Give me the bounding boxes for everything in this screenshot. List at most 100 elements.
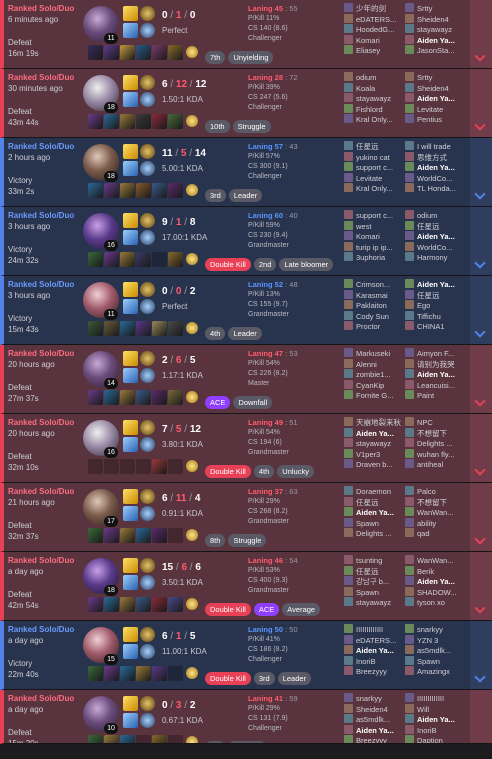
item-icon[interactable] bbox=[152, 114, 167, 129]
ward-trinket-icon[interactable] bbox=[186, 460, 198, 472]
item-icon[interactable] bbox=[136, 666, 151, 681]
player-entry[interactable]: Spawn bbox=[344, 586, 402, 598]
item-icon[interactable] bbox=[168, 459, 183, 474]
player-entry[interactable]: odium bbox=[405, 210, 463, 221]
item-icon[interactable] bbox=[152, 45, 167, 60]
item-icon[interactable] bbox=[168, 597, 183, 612]
player-entry[interactable]: WorldCo... bbox=[405, 172, 463, 184]
ward-trinket-icon[interactable] bbox=[186, 322, 198, 334]
player-entry[interactable]: stayawayz bbox=[344, 597, 402, 608]
player-entry[interactable]: Aiden Ya... bbox=[344, 645, 402, 656]
expand-button[interactable] bbox=[470, 138, 492, 206]
player-entry[interactable]: Proctor bbox=[344, 321, 402, 332]
player-entry[interactable]: 강남구 b... bbox=[344, 576, 402, 587]
ward-trinket-icon[interactable] bbox=[186, 667, 198, 679]
player-entry[interactable]: Sheiden4 bbox=[344, 703, 402, 715]
ward-trinket-icon[interactable] bbox=[186, 736, 198, 743]
expand-button[interactable] bbox=[470, 69, 492, 137]
player-entry[interactable]: support c... bbox=[344, 210, 402, 221]
item-icon[interactable] bbox=[88, 666, 103, 681]
item-icon[interactable] bbox=[88, 183, 103, 198]
item-icon[interactable] bbox=[168, 666, 183, 681]
player-entry[interactable]: stayawayz bbox=[344, 438, 402, 449]
item-icon[interactable] bbox=[168, 114, 183, 129]
player-entry[interactable]: Paint bbox=[405, 390, 463, 401]
item-icon[interactable] bbox=[152, 252, 167, 267]
item-icon[interactable] bbox=[120, 321, 135, 336]
player-entry[interactable]: Pentius bbox=[405, 114, 463, 125]
ward-trinket-icon[interactable] bbox=[186, 115, 198, 127]
player-entry[interactable]: JasonSta... bbox=[405, 45, 463, 56]
ward-trinket-icon[interactable] bbox=[186, 184, 198, 196]
item-icon[interactable] bbox=[104, 114, 119, 129]
item-icon[interactable] bbox=[120, 666, 135, 681]
player-entry[interactable]: Ego bbox=[405, 300, 463, 311]
player-entry[interactable]: InoriB bbox=[344, 655, 402, 667]
item-icon[interactable] bbox=[168, 390, 183, 405]
match-card[interactable]: Ranked Solo/Duo 20 hours ago Defeat 32m 10s… bbox=[0, 414, 492, 483]
player-entry[interactable]: Aiden Ya... bbox=[344, 427, 402, 439]
expand-button[interactable] bbox=[470, 690, 492, 743]
item-icon[interactable] bbox=[152, 390, 167, 405]
item-icon[interactable] bbox=[136, 459, 151, 474]
player-entry[interactable]: stayawayz bbox=[405, 24, 463, 35]
item-icon[interactable] bbox=[168, 45, 183, 60]
player-entry[interactable]: 任星远 bbox=[344, 565, 402, 577]
player-entry[interactable]: support c... bbox=[344, 162, 402, 173]
player-entry[interactable]: I will trade bbox=[405, 141, 463, 152]
player-entry[interactable]: Fornite G... bbox=[344, 390, 402, 401]
player-entry[interactable]: Karasmai bbox=[344, 289, 402, 301]
item-icon[interactable] bbox=[120, 735, 135, 743]
match-card[interactable]: Ranked Solo/Duo 3 hours ago Victory 24m 32s… bbox=[0, 207, 492, 276]
player-entry[interactable]: Sheiden4 bbox=[405, 82, 463, 94]
player-entry[interactable]: Komari bbox=[344, 34, 402, 46]
player-entry[interactable]: Aimyon F... bbox=[405, 348, 463, 359]
item-icon[interactable] bbox=[136, 321, 151, 336]
player-entry[interactable]: V1per3 bbox=[344, 448, 402, 460]
match-card[interactable]: Ranked Solo/Duo a day ago Victory 22m 40s 15… bbox=[0, 621, 492, 690]
player-entry[interactable]: antiheal bbox=[405, 459, 463, 470]
player-entry[interactable]: Breezyyy bbox=[344, 735, 402, 743]
player-entry[interactable]: 3uphoria bbox=[344, 252, 402, 263]
player-entry[interactable]: Harmony bbox=[405, 252, 463, 263]
player-entry[interactable]: Srtty bbox=[405, 72, 463, 83]
player-entry[interactable]: 思维方式 bbox=[405, 151, 463, 163]
item-icon[interactable] bbox=[120, 459, 135, 474]
player-entry[interactable]: Srtty bbox=[405, 3, 463, 14]
player-entry[interactable]: Eliasey bbox=[344, 45, 402, 56]
player-entry[interactable]: Levitate bbox=[344, 172, 402, 184]
player-entry[interactable]: Markuseki bbox=[344, 348, 402, 359]
player-entry[interactable]: qad bbox=[405, 528, 463, 539]
item-icon[interactable] bbox=[136, 390, 151, 405]
player-entry[interactable]: InoriB bbox=[405, 724, 463, 736]
item-icon[interactable] bbox=[104, 666, 119, 681]
player-entry[interactable]: Levitate bbox=[405, 103, 463, 115]
item-icon[interactable] bbox=[152, 183, 167, 198]
expand-button[interactable] bbox=[470, 552, 492, 620]
player-entry[interactable]: Cody Sun bbox=[344, 310, 402, 322]
item-icon[interactable] bbox=[104, 459, 119, 474]
player-entry[interactable]: Delights ... bbox=[405, 438, 463, 449]
player-entry[interactable]: tyson xo bbox=[405, 597, 463, 608]
player-entry[interactable]: SHADOW... bbox=[405, 586, 463, 598]
match-card[interactable]: Ranked Solo/Duo 20 hours ago Defeat 27m 37s… bbox=[0, 345, 492, 414]
player-entry[interactable]: Aiden Ya... bbox=[405, 279, 463, 290]
item-icon[interactable] bbox=[136, 252, 151, 267]
player-entry[interactable]: Doraemon bbox=[344, 486, 402, 497]
item-icon[interactable] bbox=[104, 321, 119, 336]
player-entry[interactable]: Breezyyy bbox=[344, 666, 402, 677]
player-entry[interactable]: Sheiden4 bbox=[405, 13, 463, 25]
player-entry[interactable]: Aiden Ya... bbox=[405, 714, 463, 725]
player-entry[interactable]: Kral Only... bbox=[344, 183, 402, 194]
ward-trinket-icon[interactable] bbox=[186, 46, 198, 58]
player-entry[interactable]: 请别为我哭 bbox=[405, 358, 463, 370]
player-entry[interactable]: 任星远 bbox=[344, 496, 402, 508]
item-icon[interactable] bbox=[88, 45, 103, 60]
item-icon[interactable] bbox=[168, 321, 183, 336]
item-icon[interactable] bbox=[104, 45, 119, 60]
player-entry[interactable]: IIIIIIIIIIIII bbox=[405, 693, 463, 704]
player-entry[interactable]: 任星远 bbox=[405, 220, 463, 232]
item-icon[interactable] bbox=[104, 390, 119, 405]
player-entry[interactable]: 任星远 bbox=[344, 141, 402, 152]
player-entry[interactable]: Draven b... bbox=[344, 459, 402, 470]
